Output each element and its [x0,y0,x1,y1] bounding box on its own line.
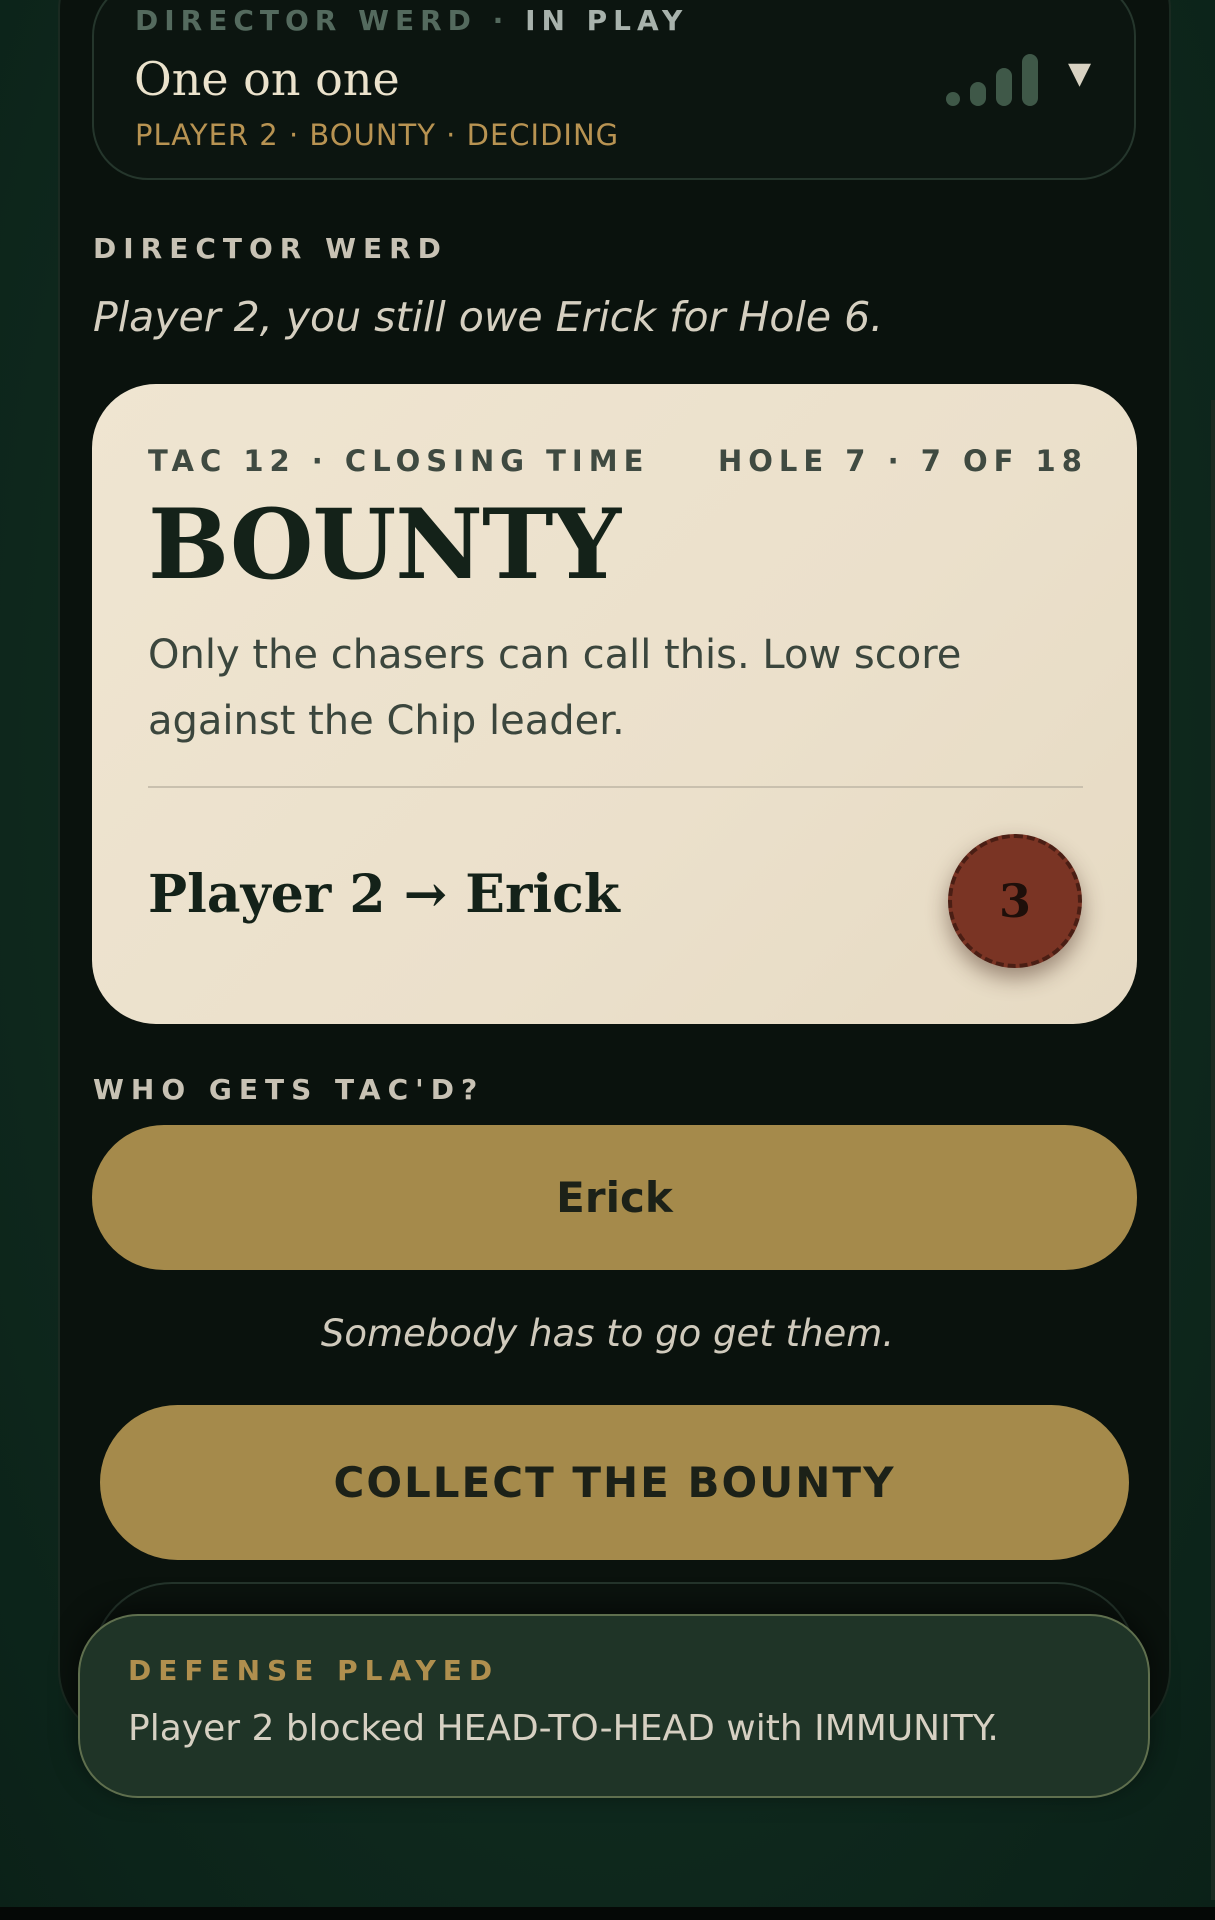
toast-title: DEFENSE PLAYED [128,1654,500,1687]
game-status: IN PLAY [525,4,689,37]
target-option-label: Erick [556,1173,673,1222]
chip-value: 3 [998,874,1031,928]
card-divider [148,786,1083,788]
game-subtitle: PLAYER 2 · BOUNTY · DECIDING [135,118,620,152]
card-hole-info: HOLE 7 · 7 OF 18 [718,444,1088,478]
collect-bounty-button[interactable]: COLLECT THE BOUNTY [100,1405,1129,1560]
scroll-edge [1211,400,1215,1900]
eyebrow-separator: · [492,4,510,37]
game-title: One on one [134,52,400,106]
director-message: Player 2, you still owe Erick for Hole 6… [93,293,884,341]
director-name: DIRECTOR WERD [135,4,477,37]
chip-icon: 3 [948,834,1082,968]
system-bottom-bar [0,1907,1215,1920]
chevron-down-icon[interactable]: ▼ [1068,56,1091,91]
defense-toast[interactable]: DEFENSE PLAYED Player 2 blocked HEAD-TO-… [78,1614,1150,1798]
card-matchup: Player 2 → Erick [148,864,620,925]
header-eyebrow: DIRECTOR WERD · IN PLAY [135,4,688,37]
card-description: Only the chasers can call this. Low scor… [148,632,962,744]
toast-body: Player 2 blocked HEAD-TO-HEAD with IMMUN… [128,1708,999,1749]
bounty-card: TAC 12 · CLOSING TIME HOLE 7 · 7 OF 18 B… [92,384,1137,1024]
director-label: DIRECTOR WERD [93,232,448,265]
card-title: BOUNTY [148,488,621,601]
card-tac-info: TAC 12 · CLOSING TIME [148,444,650,478]
target-hint: Somebody has to go get them. [320,1312,895,1355]
signal-bars-icon [946,50,1046,106]
collect-bounty-label: COLLECT THE BOUNTY [333,1458,896,1507]
target-option-button[interactable]: Erick [92,1125,1137,1270]
target-label: WHO GETS TAC'D? [93,1073,485,1106]
